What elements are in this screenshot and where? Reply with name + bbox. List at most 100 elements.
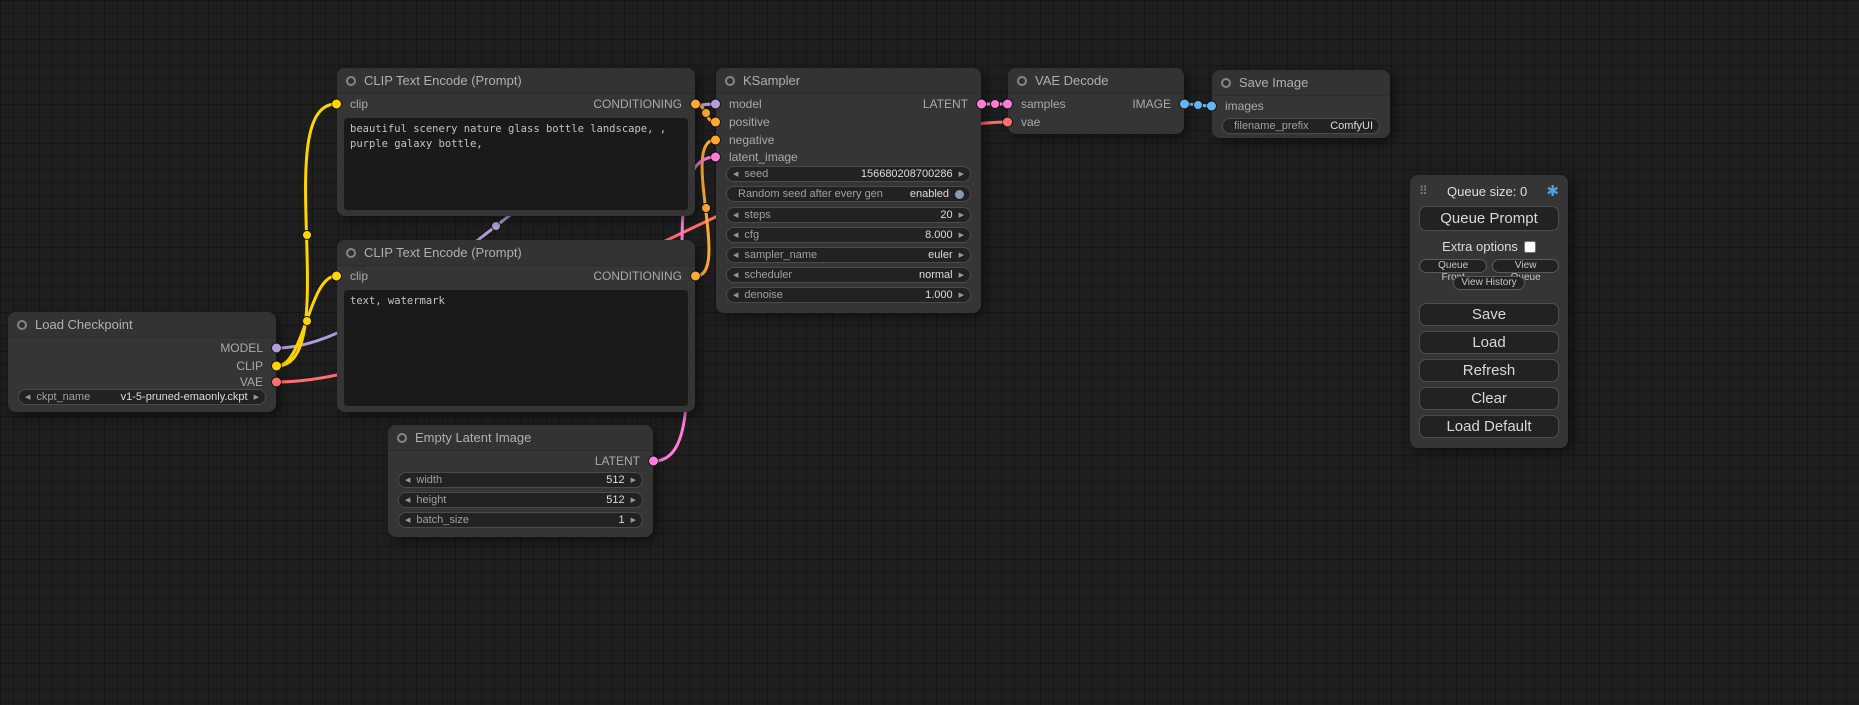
increment-arrow-icon[interactable]: ▶ — [959, 171, 964, 178]
prompt-textarea[interactable]: text, watermark — [344, 290, 688, 406]
decrement-arrow-icon[interactable]: ◀ — [405, 497, 410, 504]
widget-denoise[interactable]: ◀ denoise 1.000 ▶ — [726, 287, 971, 303]
input-dot-clip[interactable] — [332, 100, 341, 109]
increment-arrow-icon[interactable]: ▶ — [959, 252, 964, 259]
output-slot-model: MODEL — [8, 340, 276, 356]
node-collapse-dot-icon[interactable] — [1017, 76, 1027, 86]
output-dot-model[interactable] — [272, 344, 281, 353]
extra-options-checkbox[interactable] — [1524, 241, 1536, 253]
input-label-negative: negative — [729, 133, 774, 147]
widget-cfg[interactable]: ◀ cfg 8.000 ▶ — [726, 227, 971, 243]
widget-value: 156680208700286 — [861, 168, 953, 180]
link-midpoint-negative — [702, 204, 711, 213]
link-midpoint-samples — [991, 100, 1000, 109]
output-dot-clip[interactable] — [272, 362, 281, 371]
toggle-on-icon[interactable] — [955, 190, 964, 199]
drag-handle-icon[interactable]: ⠿ — [1419, 184, 1428, 198]
widget-width[interactable]: ◀ width 512 ▶ — [398, 472, 643, 488]
node-collapse-dot-icon[interactable] — [17, 320, 27, 330]
decrement-arrow-icon[interactable]: ◀ — [733, 272, 738, 279]
clear-button[interactable]: Clear — [1419, 387, 1559, 410]
widget-label: steps — [744, 209, 770, 221]
settings-gear-icon[interactable]: ✱ — [1546, 182, 1559, 200]
input-dot-latent-image[interactable] — [711, 153, 720, 162]
output-dot-conditioning[interactable] — [691, 100, 700, 109]
node-title-bar[interactable]: VAE Decode — [1008, 68, 1184, 94]
increment-arrow-icon[interactable]: ▶ — [959, 292, 964, 299]
widget-steps[interactable]: ◀ steps 20 ▶ — [726, 207, 971, 223]
node-empty-latent-image[interactable]: Empty Latent Image LATENT ◀ width 512 ▶ … — [388, 425, 653, 537]
node-title-bar[interactable]: Empty Latent Image — [388, 425, 653, 451]
decrement-arrow-icon[interactable]: ◀ — [733, 232, 738, 239]
node-title-bar[interactable]: Save Image — [1212, 70, 1390, 96]
queue-prompt-button[interactable]: Queue Prompt — [1419, 206, 1559, 231]
node-vae-decode[interactable]: VAE Decode samples IMAGE vae — [1008, 68, 1184, 134]
increment-arrow-icon[interactable]: ▶ — [959, 212, 964, 219]
increment-arrow-icon[interactable]: ▶ — [631, 477, 636, 484]
increment-arrow-icon[interactable]: ▶ — [254, 394, 259, 401]
node-title-bar[interactable]: CLIP Text Encode (Prompt) — [337, 240, 695, 266]
widget-seed[interactable]: ◀ seed 156680208700286 ▶ — [726, 166, 971, 182]
decrement-arrow-icon[interactable]: ◀ — [733, 252, 738, 259]
widget-value: enabled — [910, 188, 949, 200]
node-clip-text-encode-positive[interactable]: CLIP Text Encode (Prompt) clip CONDITION… — [337, 68, 695, 216]
view-history-button[interactable]: View History — [1453, 276, 1524, 290]
node-ksampler[interactable]: KSampler model LATENT positive negative … — [716, 68, 981, 313]
widget-sampler-name[interactable]: ◀ sampler_name euler ▶ — [726, 247, 971, 263]
decrement-arrow-icon[interactable]: ◀ — [733, 292, 738, 299]
decrement-arrow-icon[interactable]: ◀ — [405, 477, 410, 484]
output-label-model: MODEL — [220, 341, 263, 355]
prompt-textarea[interactable]: beautiful scenery nature glass bottle la… — [344, 118, 688, 210]
output-label-image: IMAGE — [1132, 97, 1171, 111]
node-title-bar[interactable]: KSampler — [716, 68, 981, 94]
link-midpoint-image — [1194, 101, 1203, 110]
node-load-checkpoint[interactable]: Load Checkpoint MODEL CLIP VAE ◀ ckpt_na… — [8, 312, 276, 412]
decrement-arrow-icon[interactable]: ◀ — [405, 517, 410, 524]
save-button[interactable]: Save — [1419, 303, 1559, 326]
widget-filename-prefix[interactable]: filename_prefix ComfyUI — [1222, 118, 1380, 134]
queue-front-button[interactable]: Queue Front — [1419, 259, 1487, 273]
increment-arrow-icon[interactable]: ▶ — [959, 232, 964, 239]
widget-scheduler[interactable]: ◀ scheduler normal ▶ — [726, 267, 971, 283]
input-dot-images[interactable] — [1207, 102, 1216, 111]
increment-arrow-icon[interactable]: ▶ — [959, 272, 964, 279]
widget-value: v1-5-pruned-emaonly.ckpt — [121, 391, 248, 403]
graph-canvas[interactable]: Load Checkpoint MODEL CLIP VAE ◀ ckpt_na… — [0, 0, 1859, 705]
output-dot-vae[interactable] — [272, 378, 281, 387]
input-dot-model[interactable] — [711, 100, 720, 109]
load-default-button[interactable]: Load Default — [1419, 415, 1559, 438]
widget-ckpt-name[interactable]: ◀ ckpt_name v1-5-pruned-emaonly.ckpt ▶ — [18, 389, 266, 405]
node-title-bar[interactable]: Load Checkpoint — [8, 312, 276, 338]
increment-arrow-icon[interactable]: ▶ — [631, 497, 636, 504]
output-dot-latent[interactable] — [977, 100, 986, 109]
decrement-arrow-icon[interactable]: ◀ — [733, 171, 738, 178]
output-dot-latent[interactable] — [649, 457, 658, 466]
widget-batch-size[interactable]: ◀ batch_size 1 ▶ — [398, 512, 643, 528]
refresh-button[interactable]: Refresh — [1419, 359, 1559, 382]
node-collapse-dot-icon[interactable] — [346, 76, 356, 86]
decrement-arrow-icon[interactable]: ◀ — [733, 212, 738, 219]
decrement-arrow-icon[interactable]: ◀ — [25, 394, 30, 401]
extra-options-row: Extra options — [1419, 239, 1559, 254]
input-dot-positive[interactable] — [711, 118, 720, 127]
input-label-positive: positive — [729, 115, 770, 129]
node-collapse-dot-icon[interactable] — [1221, 78, 1231, 88]
widget-random-seed-toggle[interactable]: Random seed after every gen enabled — [726, 186, 971, 202]
node-save-image[interactable]: Save Image images filename_prefix ComfyU… — [1212, 70, 1390, 138]
node-title-bar[interactable]: CLIP Text Encode (Prompt) — [337, 68, 695, 94]
widget-label: scheduler — [744, 269, 792, 281]
widget-height[interactable]: ◀ height 512 ▶ — [398, 492, 643, 508]
input-dot-clip[interactable] — [332, 272, 341, 281]
increment-arrow-icon[interactable]: ▶ — [631, 517, 636, 524]
node-collapse-dot-icon[interactable] — [397, 433, 407, 443]
output-dot-conditioning[interactable] — [691, 272, 700, 281]
input-dot-negative[interactable] — [711, 136, 720, 145]
view-queue-button[interactable]: View Queue — [1492, 259, 1559, 273]
input-dot-samples[interactable] — [1003, 100, 1012, 109]
input-dot-vae[interactable] — [1003, 118, 1012, 127]
node-collapse-dot-icon[interactable] — [725, 76, 735, 86]
load-button[interactable]: Load — [1419, 331, 1559, 354]
node-collapse-dot-icon[interactable] — [346, 248, 356, 258]
output-dot-image[interactable] — [1180, 100, 1189, 109]
node-clip-text-encode-negative[interactable]: CLIP Text Encode (Prompt) clip CONDITION… — [337, 240, 695, 412]
